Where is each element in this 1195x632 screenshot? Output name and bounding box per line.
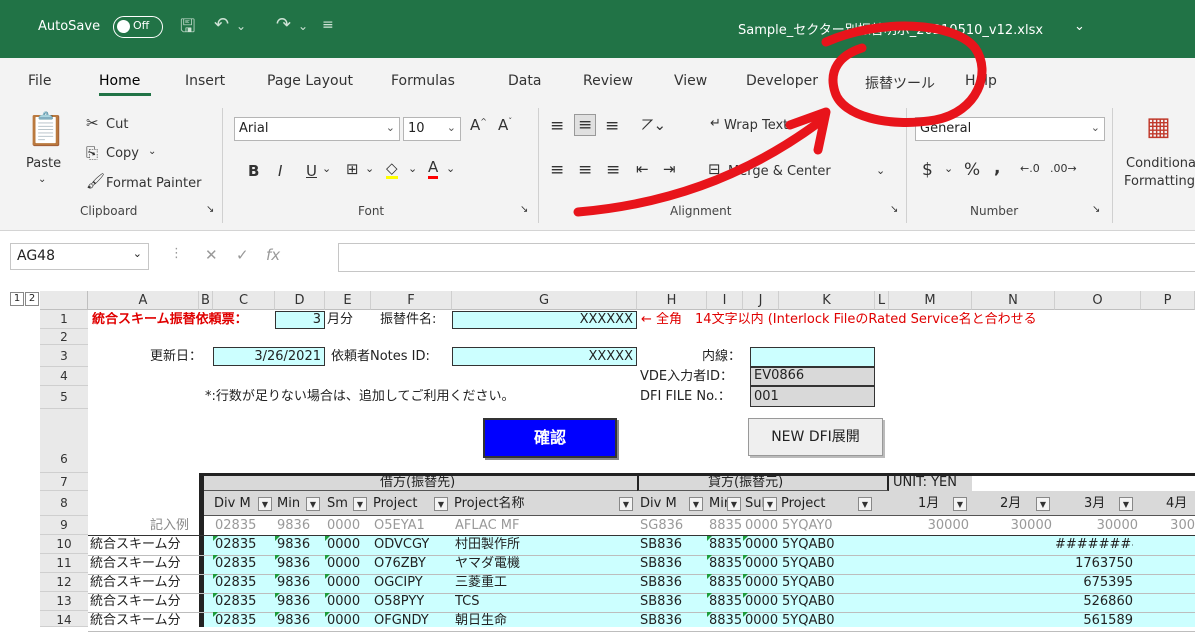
red-annotation-overlay: [573, 21, 987, 217]
annotation-circle: [821, 21, 987, 127]
annotation-arrow-shaft: [573, 115, 827, 217]
